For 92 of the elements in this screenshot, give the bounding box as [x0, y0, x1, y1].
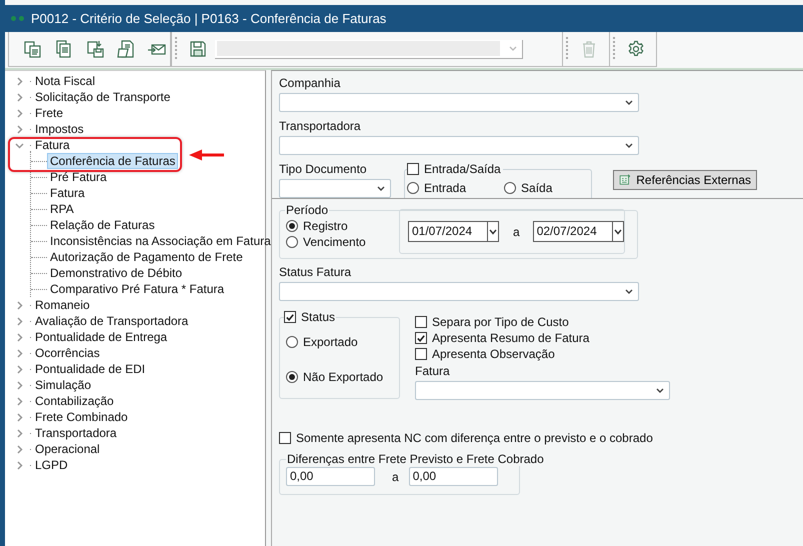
- expand-chevron-icon[interactable]: [15, 412, 24, 422]
- checkbox-label: Apresenta Resumo de Fatura: [432, 331, 590, 345]
- tree-item[interactable]: Inconsistências na Associação em Fatura: [47, 233, 274, 249]
- checkbox-label: Separa por Tipo de Custo: [432, 315, 569, 329]
- window-title: P0012 - Critério de Seleção | P0163 - Conferência de Faturas: [31, 11, 386, 26]
- radio-button[interactable]: [407, 182, 419, 194]
- expand-chevron-icon[interactable]: [15, 428, 24, 438]
- tree-item[interactable]: Impostos: [35, 122, 84, 136]
- field-label: Tipo Documento: [279, 162, 368, 176]
- range-separator: a: [513, 224, 520, 238]
- expand-chevron-icon[interactable]: [15, 92, 24, 102]
- tree-item[interactable]: Pré Fatura: [47, 169, 110, 185]
- expand-chevron-icon[interactable]: [15, 76, 24, 86]
- min-difference-field[interactable]: 0,00: [286, 467, 375, 486]
- expand-chevron-icon[interactable]: [15, 380, 24, 390]
- tree-item[interactable]: Avaliação de Transportadora: [35, 314, 188, 328]
- expand-chevron-icon[interactable]: [15, 396, 24, 406]
- radio-label: Registro: [303, 219, 348, 233]
- tree-item[interactable]: Fatura: [35, 138, 70, 152]
- paste-icon[interactable]: [85, 39, 105, 59]
- checkbox-label: Somente apresenta NC com diferença entre o previsto e o cobrado: [296, 431, 653, 445]
- tree-item[interactable]: Frete: [35, 106, 64, 120]
- checkbox-label: Apresenta Observação: [432, 347, 555, 361]
- tree-item[interactable]: Nota Fiscal: [35, 74, 96, 88]
- invoice-status-dropdown[interactable]: [279, 282, 639, 301]
- max-difference-field[interactable]: 0,00: [408, 467, 498, 486]
- tree-item[interactable]: LGPD: [35, 458, 68, 472]
- new-window-icon[interactable]: [23, 39, 43, 59]
- checkbox[interactable]: [284, 311, 296, 323]
- radio-button[interactable]: [504, 182, 516, 194]
- tree-item[interactable]: Fatura: [47, 185, 88, 201]
- tree-item[interactable]: Pontualidade de Entrega: [35, 330, 168, 344]
- tree-item[interactable]: RPA: [47, 201, 77, 217]
- checkbox[interactable]: [415, 348, 427, 360]
- status-dots-icon: [11, 16, 24, 21]
- tree-item[interactable]: Frete Combinado: [35, 410, 128, 424]
- radio-label: Não Exportado: [303, 370, 384, 384]
- expand-chevron-icon[interactable]: [15, 364, 24, 374]
- field-label: Fatura: [415, 364, 451, 378]
- radio-button[interactable]: [286, 220, 298, 232]
- expand-chevron-icon[interactable]: [15, 444, 24, 454]
- group-label: Período: [285, 203, 330, 217]
- expand-chevron-icon[interactable]: [15, 460, 24, 470]
- expand-chevron-icon[interactable]: [15, 348, 24, 358]
- radio-label: Vencimento: [303, 235, 366, 249]
- tree-item[interactable]: Operacional: [35, 442, 100, 456]
- carrier-dropdown[interactable]: [279, 136, 639, 155]
- expand-chevron-icon[interactable]: [15, 332, 24, 342]
- field-label: Companhia: [279, 76, 342, 90]
- radio-button[interactable]: [286, 336, 298, 348]
- tree-item[interactable]: Pontualidade de EDI: [35, 362, 146, 376]
- tree-item[interactable]: Conferência de Faturas: [47, 153, 178, 169]
- radio-label: Saída: [521, 181, 552, 195]
- tree-item[interactable]: Romaneio: [35, 298, 90, 312]
- expand-chevron-icon[interactable]: [15, 124, 24, 134]
- tree-item[interactable]: Solicitação de Transporte: [35, 90, 170, 104]
- checkbox[interactable]: [415, 316, 427, 328]
- checkbox-label: Entrada/Saída: [424, 162, 501, 176]
- checkbox[interactable]: [407, 163, 419, 175]
- checkbox[interactable]: [415, 332, 427, 344]
- radio-label: Entrada: [424, 181, 466, 195]
- expand-chevron-icon[interactable]: [15, 316, 24, 326]
- tree-item[interactable]: Simulação: [35, 378, 92, 392]
- collapse-chevron-icon[interactable]: [15, 140, 24, 150]
- tree-item[interactable]: Comparativo Pré Fatura * Fatura: [47, 281, 228, 297]
- settings-icon[interactable]: [626, 39, 646, 59]
- range-separator: a: [392, 470, 399, 484]
- company-dropdown[interactable]: [279, 93, 639, 112]
- radio-button[interactable]: [286, 371, 298, 383]
- save-icon[interactable]: [188, 39, 208, 59]
- tree-item[interactable]: Transportadora: [35, 426, 117, 440]
- radio-button[interactable]: [286, 236, 298, 248]
- field-label: Status Fatura: [279, 265, 352, 279]
- external-references-button[interactable]: Referências Externas: [613, 170, 757, 190]
- group-label: Diferenças entre Frete Previsto e Frete Cobrado: [286, 452, 545, 466]
- radio-label: Exportado: [303, 335, 358, 349]
- tree-item[interactable]: Relação de Faturas: [47, 217, 158, 233]
- end-date-field[interactable]: 02/07/2024: [532, 221, 624, 242]
- checkbox-label: Status: [301, 310, 336, 324]
- expand-chevron-icon[interactable]: [15, 108, 24, 118]
- tree-item[interactable]: Autorização de Pagamento de Frete: [47, 249, 246, 265]
- checkbox[interactable]: [279, 432, 291, 444]
- document-type-dropdown[interactable]: [279, 179, 391, 198]
- open-document-icon[interactable]: [116, 39, 136, 59]
- start-date-field[interactable]: 01/07/2024: [408, 221, 499, 242]
- tree-item[interactable]: Ocorrências: [35, 346, 100, 360]
- tree-item[interactable]: Contabilização: [35, 394, 114, 408]
- field-label: Transportadora: [279, 119, 362, 133]
- arrow-icon: [189, 149, 225, 161]
- invoice-dropdown[interactable]: [415, 381, 670, 400]
- tree-item[interactable]: Demonstrativo de Débito: [47, 265, 186, 281]
- expand-chevron-icon[interactable]: [15, 300, 24, 310]
